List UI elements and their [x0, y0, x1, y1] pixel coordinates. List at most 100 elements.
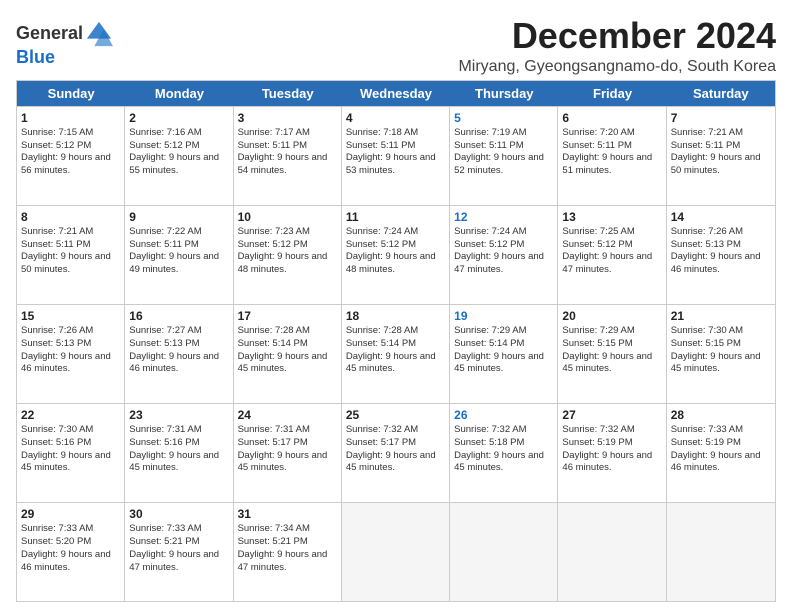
day-number: 9: [129, 209, 228, 225]
day-number: 11: [346, 209, 445, 225]
day-number: 14: [671, 209, 771, 225]
day-info: Sunrise: 7:26 AMSunset: 5:13 PMDaylight:…: [21, 325, 111, 374]
day-number: 6: [562, 110, 661, 126]
day-number: 1: [21, 110, 120, 126]
cal-cell: 8Sunrise: 7:21 AMSunset: 5:11 PMDaylight…: [17, 206, 125, 304]
cal-cell: 5Sunrise: 7:19 AMSunset: 5:11 PMDaylight…: [450, 107, 558, 205]
cal-cell: 30Sunrise: 7:33 AMSunset: 5:21 PMDayligh…: [125, 503, 233, 601]
cal-cell: [667, 503, 775, 601]
cal-cell: 21Sunrise: 7:30 AMSunset: 5:15 PMDayligh…: [667, 305, 775, 403]
day-info: Sunrise: 7:32 AMSunset: 5:19 PMDaylight:…: [562, 424, 652, 473]
calendar-row-3: 15Sunrise: 7:26 AMSunset: 5:13 PMDayligh…: [17, 304, 775, 403]
calendar-header: Sunday Monday Tuesday Wednesday Thursday…: [17, 81, 775, 106]
cal-cell: 23Sunrise: 7:31 AMSunset: 5:16 PMDayligh…: [125, 404, 233, 502]
month-title: December 2024: [458, 16, 776, 56]
day-number: 31: [238, 506, 337, 522]
cal-cell: 9Sunrise: 7:22 AMSunset: 5:11 PMDaylight…: [125, 206, 233, 304]
cal-cell: 28Sunrise: 7:33 AMSunset: 5:19 PMDayligh…: [667, 404, 775, 502]
day-info: Sunrise: 7:32 AMSunset: 5:17 PMDaylight:…: [346, 424, 436, 473]
day-info: Sunrise: 7:31 AMSunset: 5:16 PMDaylight:…: [129, 424, 219, 473]
cal-cell: 25Sunrise: 7:32 AMSunset: 5:17 PMDayligh…: [342, 404, 450, 502]
cal-cell: 14Sunrise: 7:26 AMSunset: 5:13 PMDayligh…: [667, 206, 775, 304]
cal-cell: 17Sunrise: 7:28 AMSunset: 5:14 PMDayligh…: [234, 305, 342, 403]
day-number: 3: [238, 110, 337, 126]
cal-cell: 16Sunrise: 7:27 AMSunset: 5:13 PMDayligh…: [125, 305, 233, 403]
location-title: Miryang, Gyeongsangnamo-do, South Korea: [458, 58, 776, 76]
cal-cell: 11Sunrise: 7:24 AMSunset: 5:12 PMDayligh…: [342, 206, 450, 304]
day-info: Sunrise: 7:29 AMSunset: 5:14 PMDaylight:…: [454, 325, 544, 374]
day-number: 17: [238, 308, 337, 324]
cal-cell: 31Sunrise: 7:34 AMSunset: 5:21 PMDayligh…: [234, 503, 342, 601]
day-info: Sunrise: 7:33 AMSunset: 5:21 PMDaylight:…: [129, 523, 219, 572]
logo-general: General: [16, 24, 83, 44]
cal-cell: 24Sunrise: 7:31 AMSunset: 5:17 PMDayligh…: [234, 404, 342, 502]
cal-cell: [558, 503, 666, 601]
day-info: Sunrise: 7:16 AMSunset: 5:12 PMDaylight:…: [129, 127, 219, 176]
day-info: Sunrise: 7:31 AMSunset: 5:17 PMDaylight:…: [238, 424, 328, 473]
day-number: 25: [346, 407, 445, 423]
cal-cell: 1Sunrise: 7:15 AMSunset: 5:12 PMDaylight…: [17, 107, 125, 205]
day-info: Sunrise: 7:24 AMSunset: 5:12 PMDaylight:…: [346, 226, 436, 275]
day-info: Sunrise: 7:22 AMSunset: 5:11 PMDaylight:…: [129, 226, 219, 275]
cal-cell: 13Sunrise: 7:25 AMSunset: 5:12 PMDayligh…: [558, 206, 666, 304]
day-number: 12: [454, 209, 553, 225]
day-number: 19: [454, 308, 553, 324]
cal-cell: 29Sunrise: 7:33 AMSunset: 5:20 PMDayligh…: [17, 503, 125, 601]
day-number: 20: [562, 308, 661, 324]
cal-cell: [342, 503, 450, 601]
day-info: Sunrise: 7:19 AMSunset: 5:11 PMDaylight:…: [454, 127, 544, 176]
page-header: General Blue December 2024 Miryang, Gyeo…: [16, 16, 776, 76]
calendar-row-5: 29Sunrise: 7:33 AMSunset: 5:20 PMDayligh…: [17, 502, 775, 601]
day-info: Sunrise: 7:33 AMSunset: 5:20 PMDaylight:…: [21, 523, 111, 572]
day-number: 7: [671, 110, 771, 126]
cal-cell: 12Sunrise: 7:24 AMSunset: 5:12 PMDayligh…: [450, 206, 558, 304]
day-number: 24: [238, 407, 337, 423]
header-thursday: Thursday: [450, 81, 558, 106]
header-saturday: Saturday: [667, 81, 775, 106]
day-info: Sunrise: 7:33 AMSunset: 5:19 PMDaylight:…: [671, 424, 761, 473]
day-number: 2: [129, 110, 228, 126]
day-number: 28: [671, 407, 771, 423]
day-number: 10: [238, 209, 337, 225]
header-wednesday: Wednesday: [342, 81, 450, 106]
cal-cell: [450, 503, 558, 601]
calendar-row-4: 22Sunrise: 7:30 AMSunset: 5:16 PMDayligh…: [17, 403, 775, 502]
day-info: Sunrise: 7:25 AMSunset: 5:12 PMDaylight:…: [562, 226, 652, 275]
cal-cell: 27Sunrise: 7:32 AMSunset: 5:19 PMDayligh…: [558, 404, 666, 502]
calendar-row-1: 1Sunrise: 7:15 AMSunset: 5:12 PMDaylight…: [17, 106, 775, 205]
day-info: Sunrise: 7:27 AMSunset: 5:13 PMDaylight:…: [129, 325, 219, 374]
day-number: 5: [454, 110, 553, 126]
header-friday: Friday: [558, 81, 666, 106]
day-number: 18: [346, 308, 445, 324]
day-number: 15: [21, 308, 120, 324]
calendar-row-2: 8Sunrise: 7:21 AMSunset: 5:11 PMDaylight…: [17, 205, 775, 304]
day-info: Sunrise: 7:32 AMSunset: 5:18 PMDaylight:…: [454, 424, 544, 473]
header-tuesday: Tuesday: [234, 81, 342, 106]
calendar-page: General Blue December 2024 Miryang, Gyeo…: [0, 0, 792, 612]
day-info: Sunrise: 7:29 AMSunset: 5:15 PMDaylight:…: [562, 325, 652, 374]
day-info: Sunrise: 7:20 AMSunset: 5:11 PMDaylight:…: [562, 127, 652, 176]
logo-blue: Blue: [16, 47, 55, 67]
cal-cell: 7Sunrise: 7:21 AMSunset: 5:11 PMDaylight…: [667, 107, 775, 205]
day-info: Sunrise: 7:28 AMSunset: 5:14 PMDaylight:…: [346, 325, 436, 374]
day-number: 26: [454, 407, 553, 423]
title-block: December 2024 Miryang, Gyeongsangnamo-do…: [458, 16, 776, 76]
day-info: Sunrise: 7:26 AMSunset: 5:13 PMDaylight:…: [671, 226, 761, 275]
day-number: 27: [562, 407, 661, 423]
calendar-body: 1Sunrise: 7:15 AMSunset: 5:12 PMDaylight…: [17, 106, 775, 601]
cal-cell: 6Sunrise: 7:20 AMSunset: 5:11 PMDaylight…: [558, 107, 666, 205]
day-info: Sunrise: 7:17 AMSunset: 5:11 PMDaylight:…: [238, 127, 328, 176]
day-number: 23: [129, 407, 228, 423]
day-info: Sunrise: 7:21 AMSunset: 5:11 PMDaylight:…: [671, 127, 761, 176]
cal-cell: 20Sunrise: 7:29 AMSunset: 5:15 PMDayligh…: [558, 305, 666, 403]
cal-cell: 18Sunrise: 7:28 AMSunset: 5:14 PMDayligh…: [342, 305, 450, 403]
day-number: 16: [129, 308, 228, 324]
day-number: 22: [21, 407, 120, 423]
cal-cell: 22Sunrise: 7:30 AMSunset: 5:16 PMDayligh…: [17, 404, 125, 502]
day-info: Sunrise: 7:34 AMSunset: 5:21 PMDaylight:…: [238, 523, 328, 572]
day-number: 4: [346, 110, 445, 126]
cal-cell: 26Sunrise: 7:32 AMSunset: 5:18 PMDayligh…: [450, 404, 558, 502]
day-number: 21: [671, 308, 771, 324]
day-info: Sunrise: 7:24 AMSunset: 5:12 PMDaylight:…: [454, 226, 544, 275]
cal-cell: 2Sunrise: 7:16 AMSunset: 5:12 PMDaylight…: [125, 107, 233, 205]
